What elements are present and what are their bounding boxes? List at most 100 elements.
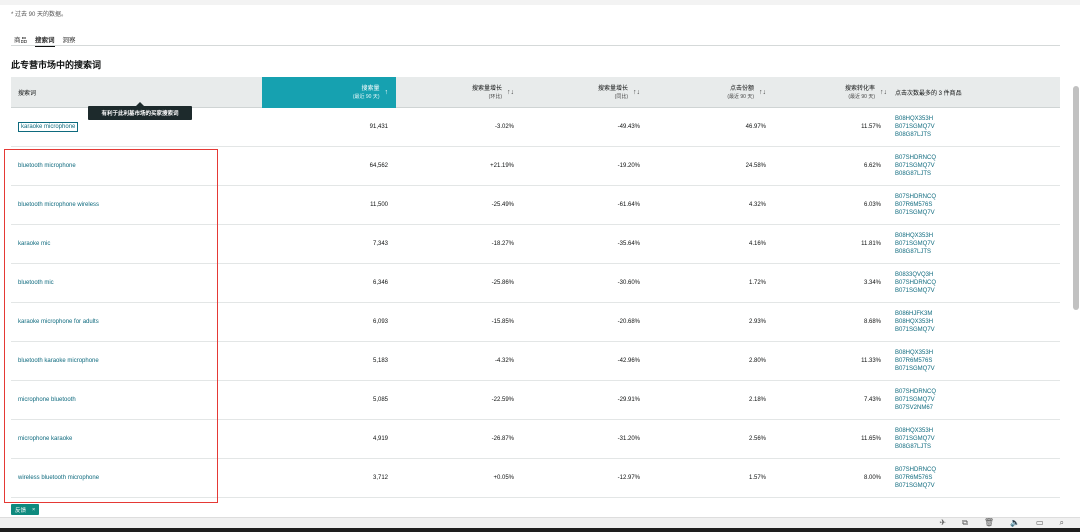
col-growth-qoq-header[interactable]: 搜索量增长 (环比) ↑↓ [396,77,522,108]
asin-link[interactable]: B07SHDRNCQ [895,279,936,287]
top-asins: B07SHDRNCQ B071SGMQ7V B08G87LJTS [895,147,936,185]
asin-link[interactable]: B071SGMQ7V [895,396,936,404]
asin-link[interactable]: B071SGMQ7V [895,209,936,217]
close-icon[interactable]: × [32,507,35,513]
asin-link[interactable]: B0833QVQ3H [895,271,936,279]
keyword-link[interactable]: bluetooth microphone wireless [18,186,99,224]
asin-link[interactable]: B08HQX353H [895,232,935,240]
asin-link[interactable]: B071SGMQ7V [895,435,935,443]
table-row: bluetooth karaoke microphone 5,183 -4.32% -… [11,342,1060,381]
cell-conv: 8.68% [863,319,881,325]
keyword-text[interactable]: bluetooth karaoke microphone [18,358,99,364]
asin-link[interactable]: B071SGMQ7V [895,162,936,170]
asin-link[interactable]: B071SGMQ7V [895,326,935,334]
asin-link[interactable]: B08HQX353H [895,115,935,123]
table-header: 搜索词 搜索量 (最近 90 天) ↑ 搜索量增长 (环比) ↑↓ 搜索量增长 … [11,77,1060,108]
cell-volume: 11,500 [370,202,388,208]
trash-icon[interactable]: 🗑 [984,518,994,528]
asin-link[interactable]: B07R6M576S [895,474,936,482]
speaker-icon[interactable]: 🔈 [1010,518,1020,528]
cell-qoq: -3.02% [494,124,514,130]
cell-click: 2.80% [748,358,766,364]
table-row: bluetooth mic 6,346 -25.86% -30.60% 1.72% 3.3… [11,264,1060,303]
asin-link[interactable]: B071SGMQ7V [895,482,936,490]
asin-link[interactable]: B07SHDRNCQ [895,388,936,396]
sort-icon[interactable]: ↑↓ [880,89,887,96]
col-growth-yoy-header[interactable]: 搜索量增长 (同比) ↑↓ [522,77,648,108]
keyword-link[interactable]: microphone bluetooth [18,381,76,419]
asin-link[interactable]: B07R6M576S [895,357,935,365]
keyword-link[interactable]: bluetooth karaoke microphone [18,342,99,380]
cell-qoq: -25.86% [491,280,514,286]
asin-link[interactable]: B08G87LJTS [895,443,935,451]
asin-link[interactable]: B08HQX353H [895,318,935,326]
scrollbar-thumb[interactable] [1073,86,1079,310]
cell-qoq: -15.85% [491,319,514,325]
col-click-share-label: 点击份额 [729,85,754,92]
cell-yoy: -20.68% [617,319,640,325]
keyword-text[interactable]: bluetooth mic [18,280,54,286]
keyword-text[interactable]: microphone bluetooth [18,397,76,403]
keyword-text[interactable]: bluetooth microphone wireless [18,202,99,208]
taskbar [0,528,1080,532]
table-row: bluetooth microphone 64,562 +21.19% -19.20%… [11,147,1060,186]
cell-click: 2.18% [748,397,766,403]
keyword-link[interactable]: karaoke microphone for adults [18,303,99,341]
keyword-text[interactable]: microphone karaoke [18,436,72,442]
cell-volume: 6,346 [372,280,388,286]
pin-icon[interactable]: ✈ [939,518,946,528]
cell-conv: 11.33% [861,358,881,364]
copy-icon[interactable]: ⧉ [962,518,968,528]
asin-link[interactable]: B07SV2NM67 [895,404,936,412]
asin-link[interactable]: B08G87LJTS [895,248,935,256]
table-row: microphone bluetooth 5,085 -22.59% -29.91% 2… [11,381,1060,420]
keyword-link[interactable]: bluetooth mic [18,264,54,302]
top-asins: B07SHDRNCQ B071SGMQ7V B07SV2NM67 [895,381,936,419]
asin-link[interactable]: B071SGMQ7V [895,240,935,248]
asin-link[interactable]: B07SHDRNCQ [895,466,936,474]
cell-yoy: -49.43% [617,124,640,130]
keyword-text[interactable]: karaoke microphone for adults [18,319,99,325]
col-growth-yoy-sub: (同比) [614,93,628,100]
keyword-link[interactable]: bluetooth microphone [18,147,76,185]
feedback-button[interactable]: 反馈 × [11,504,40,515]
asin-link[interactable]: B07R6M576S [895,201,936,209]
keyword-link[interactable]: karaoke microphone [18,108,79,146]
asin-link[interactable]: B08HQX353H [895,349,935,357]
cell-click: 2.56% [748,436,766,442]
asin-link[interactable]: B08G87LJTS [895,131,935,139]
cell-volume: 64,562 [369,163,388,169]
keyword-text[interactable]: wireless bluetooth microphone [18,475,99,481]
sort-icon[interactable]: ↑↓ [759,89,766,96]
cell-click: 4.32% [748,202,766,208]
asin-link[interactable]: B086HJFK3M [895,310,935,318]
col-volume-header[interactable]: 搜索量 (最近 90 天) ↑ [262,77,396,108]
window-icon[interactable]: ▭ [1036,518,1044,528]
keyword-link[interactable]: karaoke mic [18,225,50,263]
asin-link[interactable]: B071SGMQ7V [895,365,935,373]
col-top-asins-label: 点击次数最多的 3 件商品 [895,91,962,97]
cell-yoy: -30.60% [617,280,640,286]
sort-up-icon[interactable]: ↑ [385,89,389,96]
search-icon[interactable]: ⌕ [1060,518,1064,528]
col-conversion-header[interactable]: 搜索转化率 (最近 90 天) ↑↓ [774,77,889,108]
col-volume-sub: (最近 90 天) [352,93,380,100]
table-row: bluetooth microphone wireless 11,500 -25.4… [11,186,1060,225]
asin-link[interactable]: B07SHDRNCQ [895,154,936,162]
keyword-link[interactable]: microphone karaoke [18,420,72,458]
col-click-share-header[interactable]: 点击份额 (最近 90 天) ↑↓ [648,77,774,108]
asin-link[interactable]: B07SHDRNCQ [895,193,936,201]
sort-icon[interactable]: ↑↓ [507,89,514,96]
keyword-text[interactable]: bluetooth microphone [18,163,76,169]
cell-conv: 8.00% [863,475,881,481]
asin-link[interactable]: B08HQX353H [895,427,935,435]
cell-volume: 5,183 [372,358,388,364]
keyword-link[interactable]: wireless bluetooth microphone [18,459,99,497]
asin-link[interactable]: B08G87LJTS [895,170,936,178]
bottom-toolbar: ✈ ⧉ 🗑 🔈 ▭ ⌕ [939,518,1064,528]
sort-icon[interactable]: ↑↓ [633,89,640,96]
keyword-text[interactable]: karaoke microphone [18,122,79,132]
asin-link[interactable]: B071SGMQ7V [895,123,935,131]
asin-link[interactable]: B071SGMQ7V [895,287,936,295]
keyword-text[interactable]: karaoke mic [18,241,50,247]
